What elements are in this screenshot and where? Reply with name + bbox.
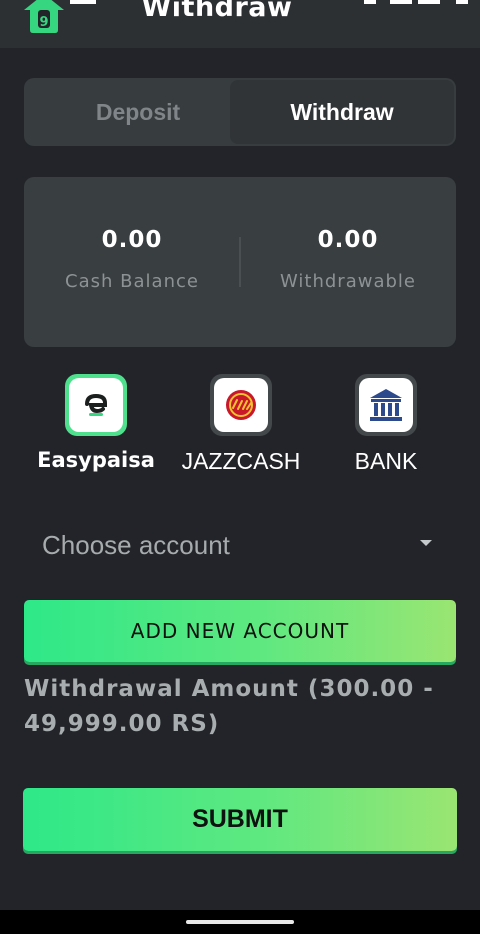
method-easypaisa[interactable]: Easypaisa <box>26 372 166 482</box>
system-nav-bar <box>0 910 480 934</box>
withdrawable-balance: 0.00 Withdrawable <box>240 227 456 292</box>
withdrawable-label: Withdrawable <box>280 271 416 292</box>
add-new-account-button[interactable]: ADD NEW ACCOUNT <box>24 600 456 662</box>
method-jazzcash[interactable]: JAZZCASH <box>171 372 311 482</box>
home-indicator[interactable] <box>186 920 294 924</box>
method-easypaisa-label: Easypaisa <box>37 448 155 472</box>
page-title: Withdraw <box>141 0 293 23</box>
balance-card: 0.00 Cash Balance 0.00 Withdrawable <box>24 177 456 347</box>
deposit-withdraw-tabs: Deposit Withdraw <box>24 78 456 146</box>
cash-balance: 0.00 Cash Balance <box>24 227 240 292</box>
tab-withdraw[interactable]: Withdraw <box>230 80 454 144</box>
submit-button[interactable]: SUBMIT <box>23 788 457 851</box>
method-bank-label: BANK <box>354 448 418 474</box>
tab-deposit[interactable]: Deposit <box>26 80 250 144</box>
easypaisa-logo-icon <box>65 374 127 436</box>
jazzcash-logo-icon <box>210 374 272 436</box>
method-bank[interactable]: BANK <box>316 372 456 482</box>
withdrawable-value: 0.00 <box>317 227 379 253</box>
withdrawal-amount-label: Withdrawal Amount (300.00 - 49,999.00 RS… <box>24 676 434 737</box>
choose-account-value: Choose account <box>42 529 230 560</box>
app-header: 9 Withdraw <box>0 0 480 48</box>
bank-icon <box>355 374 417 436</box>
cash-balance-label: Cash Balance <box>65 271 199 292</box>
choose-account-select[interactable]: Choose account <box>24 520 456 570</box>
method-jazzcash-label: JAZZCASH <box>181 448 301 474</box>
dropdown-caret-icon <box>420 540 432 546</box>
cash-balance-value: 0.00 <box>101 227 163 253</box>
